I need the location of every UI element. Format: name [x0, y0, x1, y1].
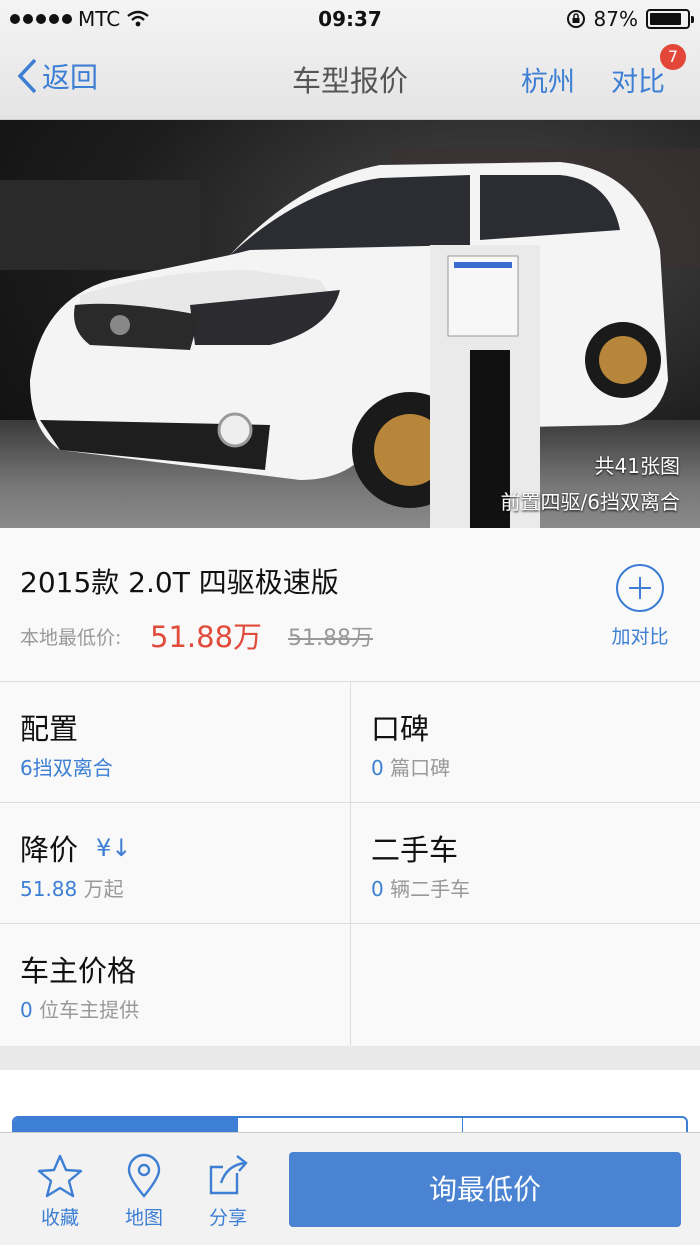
config-sub: 6挡双离合 [20, 756, 113, 780]
share-button[interactable]: 分享 [196, 1153, 260, 1230]
add-compare-label: 加对比 [611, 626, 669, 648]
battery-percent: 87% [593, 7, 638, 31]
plus-circle-icon [616, 564, 664, 612]
used-car-title: 二手车 [371, 833, 459, 867]
share-icon [209, 1155, 248, 1195]
original-price: 51.88万 [288, 626, 373, 651]
nav-bar: 返回 车型报价 杭州 对比 7 [0, 38, 700, 120]
city-selector[interactable]: 杭州 [521, 60, 575, 99]
used-car-count: 0 [371, 877, 384, 901]
map-pin-icon [127, 1153, 161, 1198]
price-cut-cell[interactable]: 降价 ¥↓ 51.88 万起 [0, 803, 350, 924]
compare-button[interactable]: 对比 [611, 60, 665, 99]
bottom-toolbar: 收藏 地图 分享 询最低价 [0, 1132, 700, 1245]
add-compare-button[interactable]: 加对比 [604, 564, 676, 649]
reviews-count: 0 [371, 756, 384, 780]
status-right: 87% [566, 7, 694, 31]
used-car-suffix: 辆二手车 [383, 877, 471, 901]
map-label: 地图 [124, 1207, 163, 1229]
price-cut-value: 51.88 [20, 877, 78, 901]
section-divider [0, 1046, 700, 1070]
price-cut-suffix: 万起 [77, 877, 124, 901]
top-bar: MTC 09:37 87% 返回 车型报价 杭州 对比 7 [0, 0, 700, 120]
compare-count-badge: 7 [660, 44, 686, 70]
share-label: 分享 [208, 1207, 247, 1229]
model-summary: 2015款 2.0T 四驱极速版 本地最低价: 51.88万 51.88万 加对… [0, 528, 700, 682]
favorite-label: 收藏 [40, 1207, 79, 1229]
local-lowest-price: 51.88万 [150, 620, 263, 654]
owner-price-title: 车主价格 [20, 954, 137, 988]
reviews-title: 口碑 [371, 712, 430, 746]
battery-icon [646, 9, 694, 29]
info-grid: 配置 6挡双离合 口碑 0 篇口碑 降价 ¥↓ 51.88 万起 二手车 0 辆二… [0, 682, 700, 1046]
photo-caption: 前置四驱/6挡双离合 [500, 490, 680, 514]
empty-cell [350, 924, 700, 1045]
rotation-lock-icon [566, 10, 585, 28]
status-bar: MTC 09:37 87% [0, 0, 700, 38]
config-title: 配置 [20, 712, 79, 746]
owner-price-cell[interactable]: 车主价格 0 位车主提供 [0, 924, 350, 1045]
page-title: 车型报价 [291, 64, 408, 98]
config-cell[interactable]: 配置 6挡双离合 [0, 682, 350, 803]
reviews-cell[interactable]: 口碑 0 篇口碑 [350, 682, 700, 803]
car-photo[interactable]: 共41张图 前置四驱/6挡双离合 [0, 120, 700, 528]
yen-down-icon: ¥↓ [96, 834, 132, 862]
map-button[interactable]: 地图 [112, 1153, 176, 1230]
used-car-cell[interactable]: 二手车 0 辆二手车 [350, 803, 700, 924]
photo-count: 共41张图 [594, 454, 680, 478]
owner-price-count: 0 [20, 998, 33, 1022]
reviews-suffix: 篇口碑 [383, 756, 451, 780]
star-icon [37, 1154, 83, 1198]
inquire-lowest-price-button[interactable]: 询最低价 [289, 1152, 681, 1227]
price-cut-title: 降价 [20, 833, 79, 867]
model-name: 2015款 2.0T 四驱极速版 [20, 566, 339, 599]
price-label: 本地最低价: [20, 627, 122, 649]
owner-price-suffix: 位车主提供 [32, 998, 140, 1022]
favorite-button[interactable]: 收藏 [28, 1153, 92, 1230]
